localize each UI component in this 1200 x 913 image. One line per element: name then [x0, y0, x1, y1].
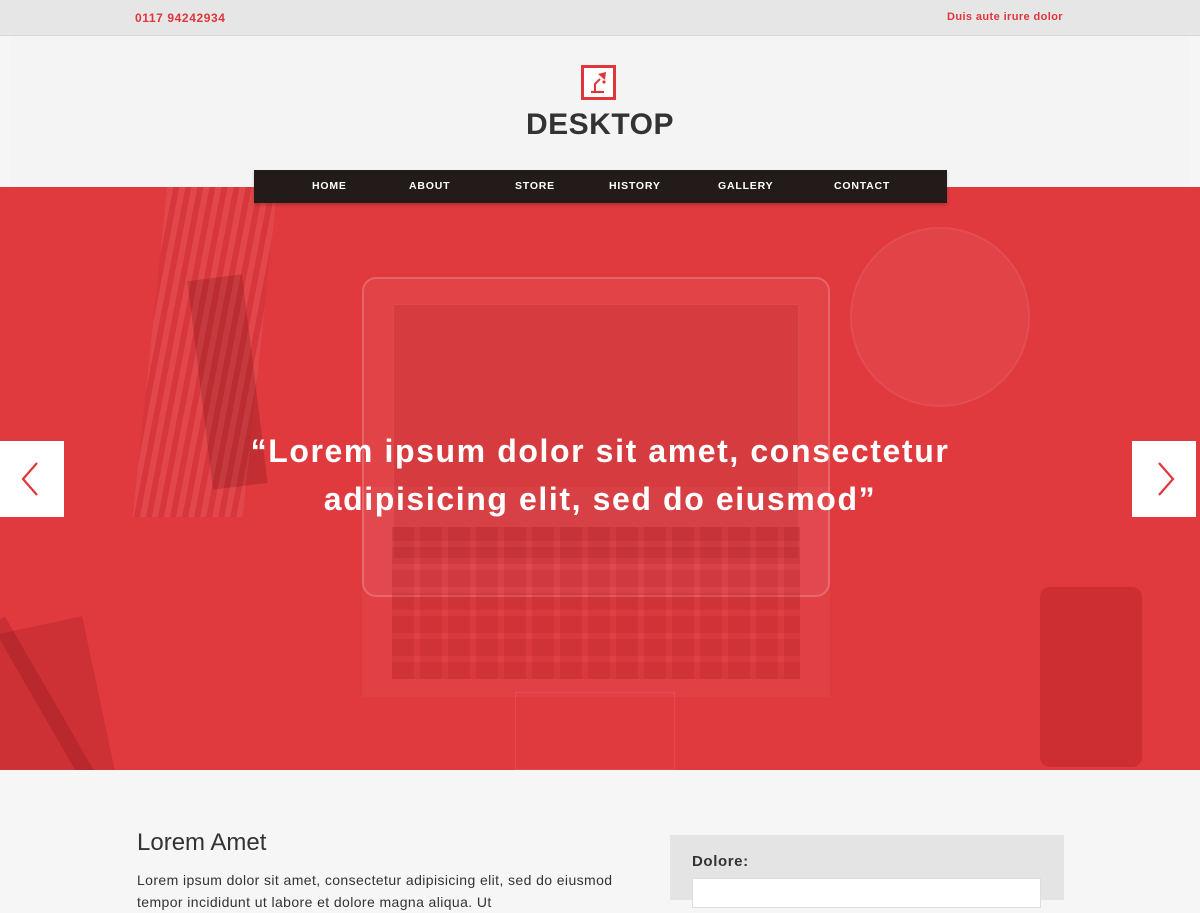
nav-item-contact[interactable]: CONTACT	[834, 170, 890, 203]
nav-item-home[interactable]: HOME	[312, 170, 347, 203]
sidebar-label: Dolore:	[692, 853, 749, 870]
nav-item-store[interactable]: STORE	[515, 170, 555, 203]
section-text: Lorem ipsum dolor sit amet, consectetur …	[137, 872, 613, 910]
hero-quote-line-2: adipisicing elit, sed do eiusmod”	[323, 481, 877, 517]
slider-prev-button[interactable]	[0, 441, 64, 517]
nav-item-history[interactable]: HISTORY	[609, 170, 661, 203]
hero-quote-line-1: “Lorem ipsum dolor sit amet, consectetur	[250, 433, 950, 469]
desk-lamp-icon[interactable]	[581, 65, 616, 100]
cup-decoration	[850, 227, 1030, 407]
chevron-left-icon	[21, 462, 38, 496]
sidebar-widget: Dolore:	[670, 835, 1064, 908]
top-bar: 0117 94242934 Duis aute irure dolor	[0, 0, 1200, 36]
keyboard-decoration	[392, 527, 800, 679]
nav-item-gallery[interactable]: GALLERY	[718, 170, 773, 203]
hero-quote: “Lorem ipsum dolor sit amet, consectetur…	[150, 427, 1050, 523]
phone-decoration	[1040, 587, 1142, 767]
site-brand[interactable]: DESKTOP	[10, 108, 1190, 142]
site-header: DESKTOP	[10, 36, 1190, 187]
trackpad-decoration	[515, 692, 675, 770]
section-title: Lorem Amet	[137, 829, 267, 856]
slider-next-button[interactable]	[1132, 441, 1196, 517]
sidebar-input[interactable]	[692, 878, 1041, 908]
phone-number: 0117 94242934	[135, 11, 226, 25]
chevron-right-icon	[1158, 462, 1175, 496]
hero-slider: “Lorem ipsum dolor sit amet, consectetur…	[0, 187, 1200, 770]
nav-item-about[interactable]: ABOUT	[409, 170, 450, 203]
top-tagline: Duis aute irure dolor	[947, 11, 1063, 23]
main-nav: HOME ABOUT STORE HISTORY GALLERY CONTACT	[254, 170, 947, 203]
